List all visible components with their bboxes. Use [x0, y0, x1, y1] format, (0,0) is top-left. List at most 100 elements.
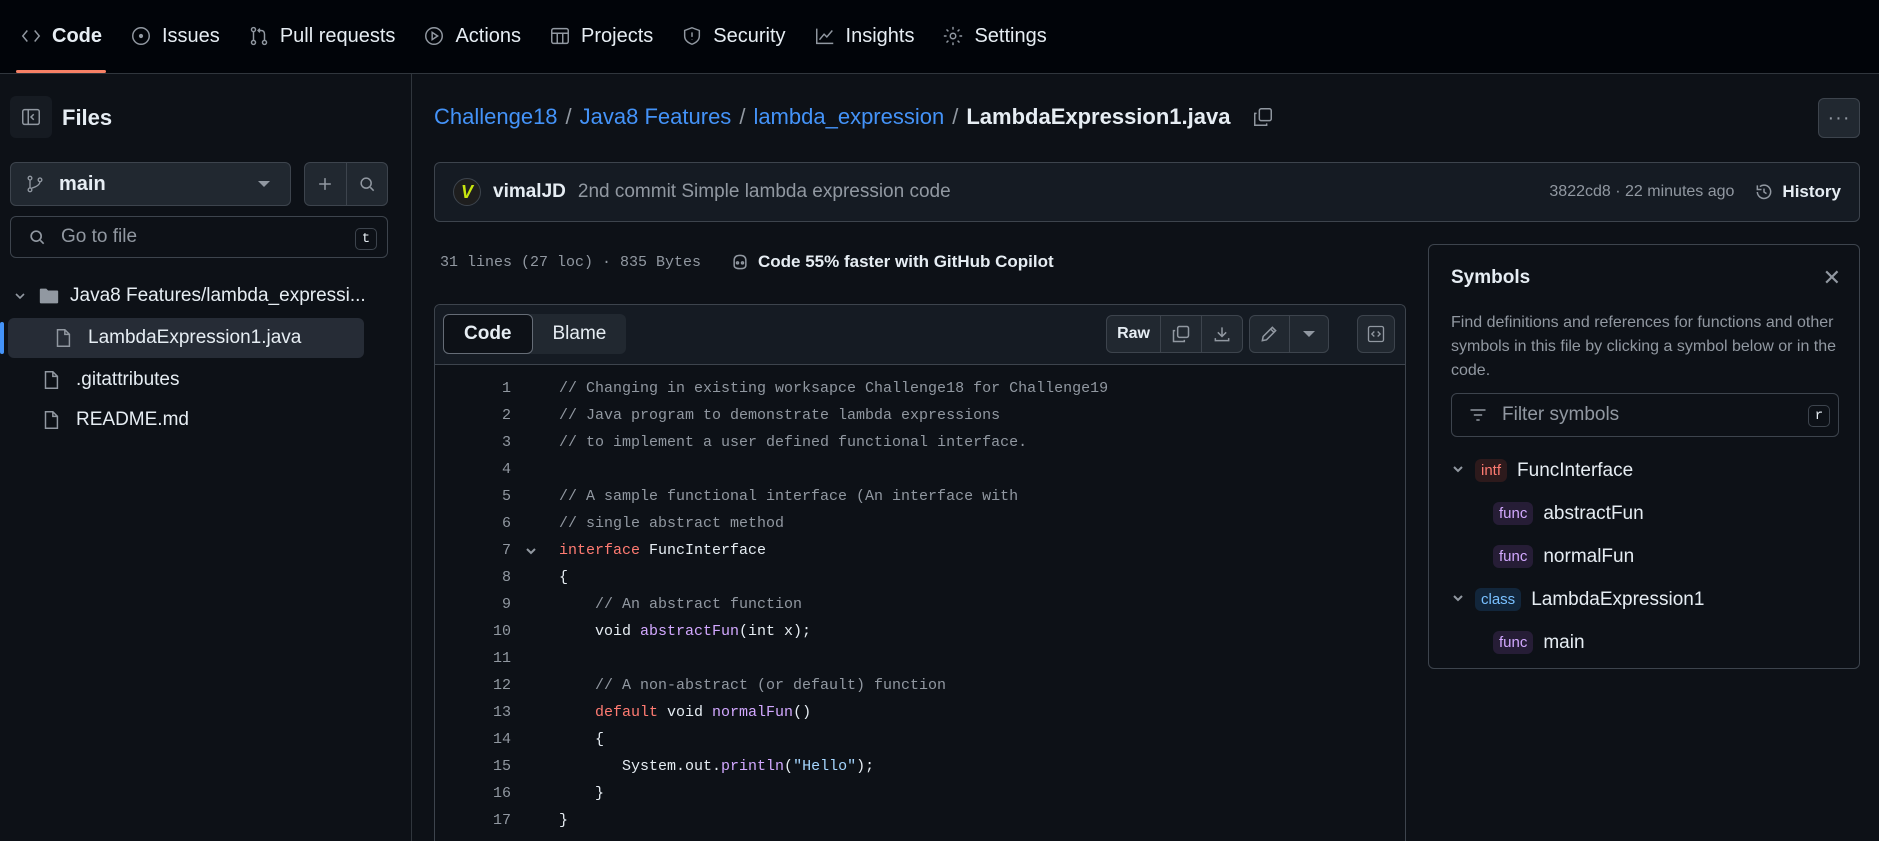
- symbols-panel-toggle[interactable]: [1357, 315, 1395, 353]
- line-number[interactable]: 1: [435, 380, 511, 397]
- symbol-kind-badge: class: [1475, 588, 1522, 611]
- line-number[interactable]: 16: [435, 785, 511, 802]
- tab-settings[interactable]: Settings: [930, 0, 1058, 73]
- file-icon: [44, 411, 59, 429]
- symbol-item[interactable]: intf FuncInterface: [1451, 449, 1841, 492]
- close-icon[interactable]: ✕: [1823, 267, 1841, 289]
- tab-security-label: Security: [713, 24, 786, 47]
- line-number[interactable]: 15: [435, 758, 511, 775]
- tab-security[interactable]: Security: [669, 0, 797, 73]
- tab-actions-label: Actions: [455, 24, 522, 47]
- copy-icon[interactable]: [1252, 106, 1274, 128]
- line-number[interactable]: 6: [435, 515, 511, 532]
- tab-projects-label: Projects: [581, 24, 654, 47]
- chevron-down-icon[interactable]: [525, 545, 537, 557]
- line-number[interactable]: 7: [435, 542, 511, 559]
- code-token: {: [559, 569, 569, 586]
- edit-file-button[interactable]: [1250, 316, 1290, 352]
- breadcrumb-link[interactable]: Java8 Features: [580, 104, 732, 130]
- code-line: 1 // Changing in existing worksapce Chall…: [435, 375, 1405, 402]
- breadcrumb-link[interactable]: Challenge18: [434, 104, 558, 130]
- tree-item-selected-file[interactable]: LambdaExpression1.java: [0, 318, 364, 358]
- line-number[interactable]: 13: [435, 704, 511, 721]
- code-viewer: Code Blame Raw 1 // Changing in existing …: [434, 304, 1406, 841]
- line-number[interactable]: 11: [435, 650, 511, 667]
- line-number[interactable]: 14: [435, 731, 511, 748]
- go-to-file-input[interactable]: [61, 226, 341, 248]
- issue-icon: [132, 27, 150, 45]
- line-number[interactable]: 5: [435, 488, 511, 505]
- copy-icon: [1172, 325, 1190, 343]
- commit-author[interactable]: vimalJD: [493, 181, 566, 203]
- raw-button[interactable]: Raw: [1107, 316, 1161, 352]
- symbol-item[interactable]: func normalFun: [1451, 535, 1841, 578]
- symbol-kind-badge: func: [1493, 545, 1534, 568]
- tab-issues-label: Issues: [162, 24, 220, 47]
- line-number[interactable]: 8: [435, 569, 511, 586]
- code-line: 2 // Java program to demonstrate lambda e…: [435, 402, 1405, 429]
- code-token: // Java program to demonstrate lambda ex…: [559, 407, 1001, 424]
- line-number[interactable]: 10: [435, 623, 511, 640]
- filter-symbols-input[interactable]: [1502, 404, 1792, 426]
- copy-raw-button[interactable]: [1161, 316, 1202, 352]
- edit-options-dropdown[interactable]: [1290, 316, 1329, 352]
- raw-actions-group: Raw: [1106, 315, 1243, 353]
- tree-item-folder[interactable]: Java8 Features/lambda_expressi...: [0, 276, 411, 316]
- line-number[interactable]: 9: [435, 596, 511, 613]
- history-icon: [1757, 184, 1772, 200]
- more-options-button[interactable]: ···: [1818, 98, 1860, 138]
- search-icon: [30, 230, 45, 245]
- tree-item-file[interactable]: README.md: [0, 400, 411, 440]
- chevron-down-icon[interactable]: [1451, 460, 1465, 482]
- blame-view-tab[interactable]: Blame: [533, 314, 627, 354]
- filter-symbols-field[interactable]: r: [1451, 393, 1839, 437]
- symbol-item[interactable]: func abstractFun: [1451, 492, 1841, 535]
- line-number[interactable]: 12: [435, 677, 511, 694]
- symbol-name: main: [1543, 631, 1585, 653]
- line-number[interactable]: 4: [435, 461, 511, 478]
- tab-issues[interactable]: Issues: [118, 0, 232, 73]
- history-button[interactable]: History: [1754, 182, 1841, 202]
- download-button[interactable]: [1202, 316, 1242, 352]
- copilot-promo-link[interactable]: Code 55% faster with GitHub Copilot: [730, 252, 1054, 272]
- tab-settings-label: Settings: [974, 24, 1047, 47]
- collapse-sidebar-button[interactable]: [10, 96, 52, 138]
- line-number[interactable]: 17: [435, 812, 511, 829]
- symbol-item[interactable]: func main: [1451, 621, 1841, 664]
- code-token: (: [784, 758, 794, 775]
- symbols-description: Find definitions and references for func…: [1451, 314, 1837, 379]
- code-text: }: [559, 812, 568, 829]
- symbol-item[interactable]: class LambdaExpression1: [1451, 578, 1841, 621]
- commit-meta[interactable]: 3822cd8 · 22 minutes ago: [1549, 183, 1734, 201]
- line-number[interactable]: 2: [435, 407, 511, 424]
- line-number[interactable]: 3: [435, 434, 511, 451]
- pencil-icon: [1261, 326, 1277, 342]
- avatar[interactable]: V: [453, 178, 481, 206]
- code-view-tab[interactable]: Code: [443, 314, 533, 354]
- tab-actions[interactable]: Actions: [411, 0, 533, 73]
- download-icon: [1214, 327, 1230, 342]
- graph-icon: [815, 28, 833, 45]
- chevron-down-icon: [258, 181, 270, 187]
- go-to-file-field[interactable]: t: [10, 216, 388, 258]
- search-files-button[interactable]: [347, 163, 388, 205]
- tab-insights[interactable]: Insights: [802, 0, 927, 73]
- chevron-down-icon[interactable]: [1451, 589, 1465, 611]
- commit-message[interactable]: 2nd commit Simple lambda expression code: [578, 181, 951, 203]
- code-token: println: [721, 758, 785, 775]
- breadcrumb-link[interactable]: lambda_expression: [753, 104, 944, 130]
- add-file-button[interactable]: [305, 163, 347, 205]
- tree-actions: [304, 162, 388, 206]
- tab-projects[interactable]: Projects: [537, 0, 665, 73]
- code-line: 16 }: [435, 780, 1405, 807]
- code-token: void: [658, 704, 713, 721]
- tab-code[interactable]: Code: [8, 0, 114, 73]
- tab-pull-requests[interactable]: Pull requests: [236, 0, 408, 73]
- keyboard-shortcut: t: [355, 228, 377, 250]
- code-token: // Changing in existing worksapce Challe…: [559, 380, 1109, 397]
- tree-item-file[interactable]: .gitattributes: [0, 360, 411, 400]
- files-title: Files: [62, 105, 113, 130]
- branch-selector[interactable]: main: [10, 162, 291, 206]
- code-line: 13 default void normalFun(): [435, 699, 1405, 726]
- code-lines: 1 // Changing in existing worksapce Chall…: [435, 365, 1405, 834]
